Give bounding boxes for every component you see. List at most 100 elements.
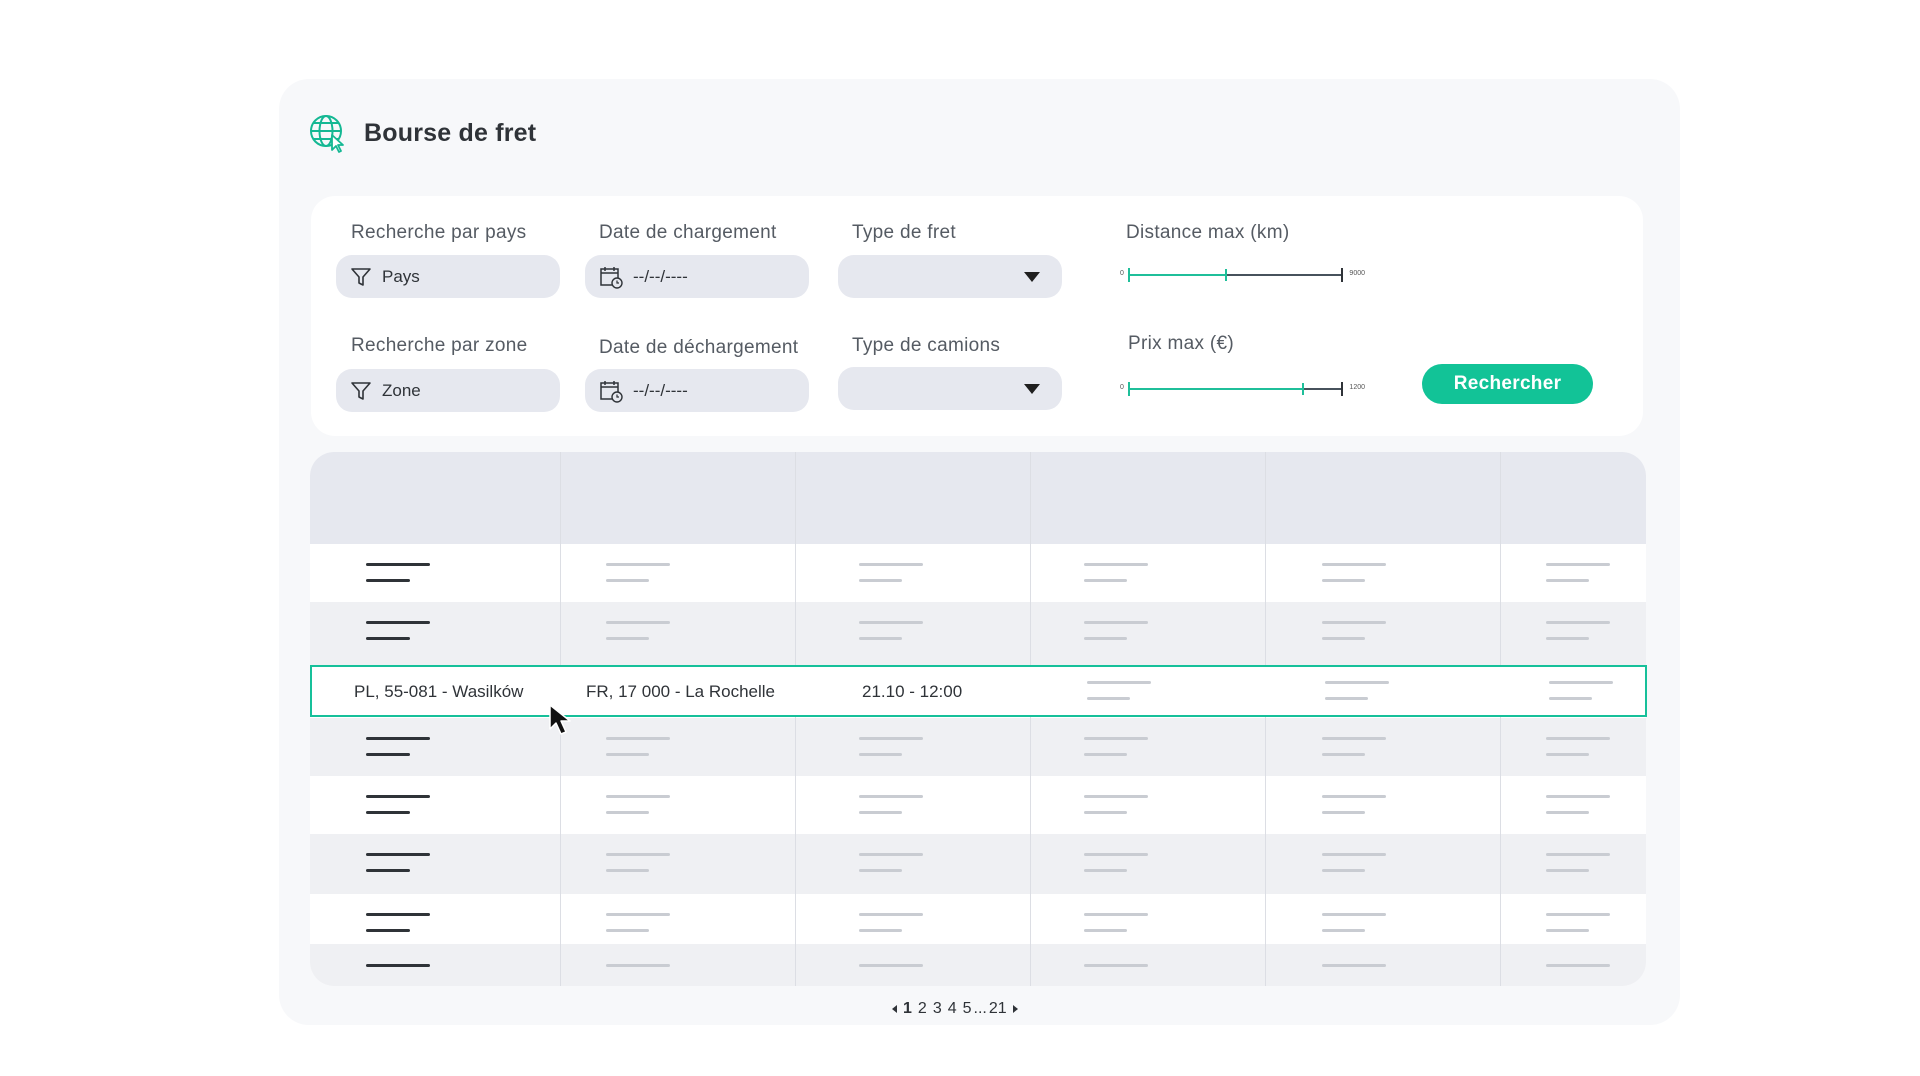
placeholder-line [366, 737, 430, 740]
placeholder-line [1084, 621, 1148, 624]
placeholder-line [1084, 869, 1127, 872]
origin-cell: PL, 55-081 - Wasilków [354, 682, 524, 701]
placeholder-line [1322, 869, 1365, 872]
slider-handle[interactable] [1302, 383, 1304, 395]
placeholder-line [606, 869, 649, 872]
mouse-pointer-icon [549, 704, 571, 735]
placeholder-line [606, 579, 649, 582]
placeholder-line [1084, 563, 1148, 566]
unloading-date-input[interactable]: --/--/---- [585, 369, 809, 412]
filter-icon [351, 267, 371, 286]
distance-max-label: Distance max (km) [1126, 222, 1290, 243]
placeholder-line [366, 964, 430, 967]
truck-type-select[interactable] [838, 367, 1062, 410]
table-row[interactable] [310, 544, 1646, 602]
placeholder-line [606, 621, 670, 624]
price-min-value: 0 [1120, 384, 1124, 391]
price-max-slider[interactable]: 0 1200 [1120, 382, 1365, 396]
freight-type-select[interactable] [838, 255, 1062, 298]
unloading-date-label: Date de déchargement [599, 337, 799, 358]
placeholder-line [1084, 811, 1127, 814]
country-filter-label: Recherche par pays [351, 222, 527, 243]
page-current[interactable]: 1 [903, 1000, 912, 1018]
placeholder-line [859, 811, 902, 814]
page-link[interactable]: 3 [933, 1000, 942, 1018]
placeholder-line [1322, 753, 1365, 756]
placeholder-line [1084, 795, 1148, 798]
chevron-down-icon [1024, 271, 1040, 282]
placeholder-line [859, 964, 923, 967]
loading-date-value: --/--/---- [633, 266, 688, 286]
placeholder-line [366, 795, 430, 798]
calendar-icon [600, 266, 623, 289]
truck-type-label: Type de camions [852, 335, 1001, 356]
placeholder-line [1546, 563, 1610, 566]
placeholder-line [1322, 795, 1386, 798]
placeholder-line [606, 929, 649, 932]
table-row[interactable] [310, 718, 1646, 776]
unloading-date-value: --/--/---- [633, 380, 688, 400]
placeholder-line [1546, 637, 1589, 640]
placeholder-line [1322, 929, 1365, 932]
placeholder-line [606, 753, 649, 756]
placeholder-line [606, 795, 670, 798]
column-divider [1265, 452, 1266, 986]
placeholder-line [1546, 737, 1610, 740]
placeholder-line [1084, 753, 1127, 756]
page-link-last[interactable]: 21 [989, 1000, 1007, 1018]
placeholder-line [366, 621, 430, 624]
placeholder-line [1322, 637, 1365, 640]
country-filter-input[interactable]: Pays [336, 255, 560, 298]
placeholder-line [606, 811, 649, 814]
placeholder-line [366, 811, 410, 814]
column-divider [1030, 452, 1031, 986]
placeholder-line [366, 853, 430, 856]
placeholder-line [1546, 929, 1589, 932]
zone-filter-input[interactable]: Zone [336, 369, 560, 412]
placeholder-line [1084, 637, 1127, 640]
table-row[interactable] [310, 944, 1646, 986]
placeholder-line [366, 579, 410, 582]
placeholder-line [606, 737, 670, 740]
placeholder-line [859, 929, 902, 932]
page-link[interactable]: 5 [963, 1000, 972, 1018]
page-header: Bourse de fret [308, 112, 536, 154]
previous-page-icon[interactable] [892, 1005, 897, 1013]
column-divider [1500, 452, 1501, 986]
table-row-selected[interactable]: PL, 55-081 - Wasilków FR, 17 000 - La Ro… [310, 665, 1647, 717]
page-link[interactable]: 2 [918, 1000, 927, 1018]
placeholder-line [1084, 929, 1127, 932]
placeholder-line [606, 913, 670, 916]
slider-handle[interactable] [1225, 269, 1227, 281]
placeholder-line [1322, 811, 1365, 814]
placeholder-line [1322, 964, 1386, 967]
placeholder-line [366, 913, 430, 916]
placeholder-line [859, 637, 902, 640]
placeholder-line [1546, 913, 1610, 916]
loading-date-label: Date de chargement [599, 222, 777, 243]
placeholder-line [1322, 913, 1386, 916]
country-filter-value: Pays [382, 266, 420, 286]
table-header [310, 452, 1646, 544]
page-link[interactable]: 4 [948, 1000, 957, 1018]
table-row[interactable] [310, 894, 1646, 944]
placeholder-line [606, 853, 670, 856]
datetime-cell: 21.10 - 12:00 [862, 682, 963, 701]
table-row[interactable] [310, 834, 1646, 894]
placeholder-line [1546, 869, 1589, 872]
table-row[interactable] [310, 776, 1646, 834]
placeholder-line [1546, 811, 1589, 814]
price-max-label: Prix max (€) [1128, 333, 1234, 354]
next-page-icon[interactable] [1012, 1005, 1018, 1013]
placeholder-line [606, 637, 649, 640]
search-button[interactable]: Rechercher [1422, 364, 1593, 404]
freight-table [310, 452, 1646, 986]
zone-filter-value: Zone [382, 380, 421, 400]
loading-date-input[interactable]: --/--/---- [585, 255, 809, 298]
table-row[interactable] [310, 602, 1646, 666]
filter-icon [351, 381, 371, 400]
placeholder-line [859, 869, 902, 872]
placeholder-line [1084, 579, 1127, 582]
placeholder-line [366, 563, 430, 566]
distance-max-slider[interactable]: 0 9000 [1120, 268, 1365, 282]
